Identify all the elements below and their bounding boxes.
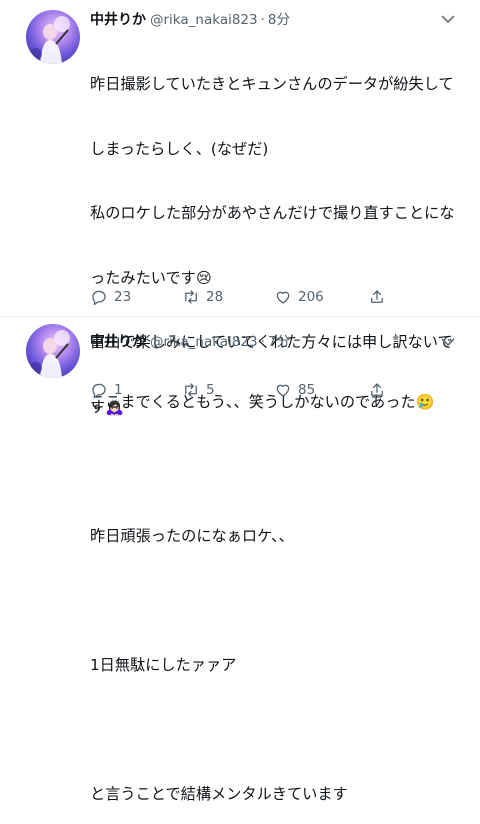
reply-button[interactable]: 1 [90,381,182,399]
reply-button[interactable]: 23 [90,288,182,306]
share-icon [371,290,383,303]
reply-icon [92,290,106,306]
retweet-icon [185,290,197,304]
retweet-button[interactable]: 28 [182,288,274,306]
tweet-1[interactable]: 中井りか @rika_nakai823 · 8分 昨日撮影していたきとキュンさん… [0,0,480,803]
share-icon [371,383,383,396]
author-name[interactable]: 中井りか [90,331,146,351]
avatar-photo [30,16,70,64]
tweet-actions: 23 28 206 [90,286,460,308]
text-line: 昨日頑張ったのになぁロケ、、 [90,526,294,545]
chevron-down-icon [441,14,455,23]
author-handle[interactable]: @rika_nakai823 [150,334,258,350]
reply-icon [92,383,106,399]
share-button[interactable] [368,288,388,306]
heart-icon [276,291,290,304]
text-line: と言うことで結構メンタルきています [90,784,348,803]
retweet-count: 5 [206,382,215,398]
tweet-header: 中井りか @rika_nakai823 · 7分 [90,330,290,350]
avatar-photo [30,330,70,378]
tweet-header: 中井りか @rika_nakai823 · 8分 [90,8,290,28]
reply-count: 1 [114,382,123,398]
text-line: しまったらしく、(なぜだ) [90,139,269,158]
author-name[interactable]: 中井りか [90,9,146,29]
more-options-button[interactable] [438,12,458,26]
timestamp[interactable]: 8分 [268,8,290,28]
text-line [90,719,460,741]
like-button[interactable]: 206 [274,288,368,306]
like-button[interactable]: 85 [274,381,368,399]
timestamp[interactable]: 7分 [268,330,290,350]
text-line [90,461,460,483]
retweet-button[interactable]: 5 [182,381,274,399]
text-line [90,590,460,612]
like-count: 85 [298,382,316,398]
reply-count: 23 [114,289,132,305]
text-line: 昨日撮影していたきとキュンさんのデータが紛失して [90,75,454,93]
text-line: 私のロケした部分があやさんだけで撮り直すことにな [90,204,455,222]
like-count: 206 [298,289,324,305]
retweet-count: 28 [206,289,224,305]
chevron-down-icon [441,337,455,346]
more-options-button[interactable] [438,335,458,349]
tweet-actions: 1 5 85 [90,379,460,401]
heart-icon [276,384,290,397]
share-button[interactable] [368,381,388,399]
retweet-icon [185,383,197,397]
separator-dot: · [260,12,265,28]
text-line: 1日無駄にしたァァア [90,655,237,674]
avatar[interactable] [26,324,80,378]
separator-dot: · [260,334,265,350]
author-handle[interactable]: @rika_nakai823 [150,12,258,28]
avatar[interactable] [26,10,80,64]
